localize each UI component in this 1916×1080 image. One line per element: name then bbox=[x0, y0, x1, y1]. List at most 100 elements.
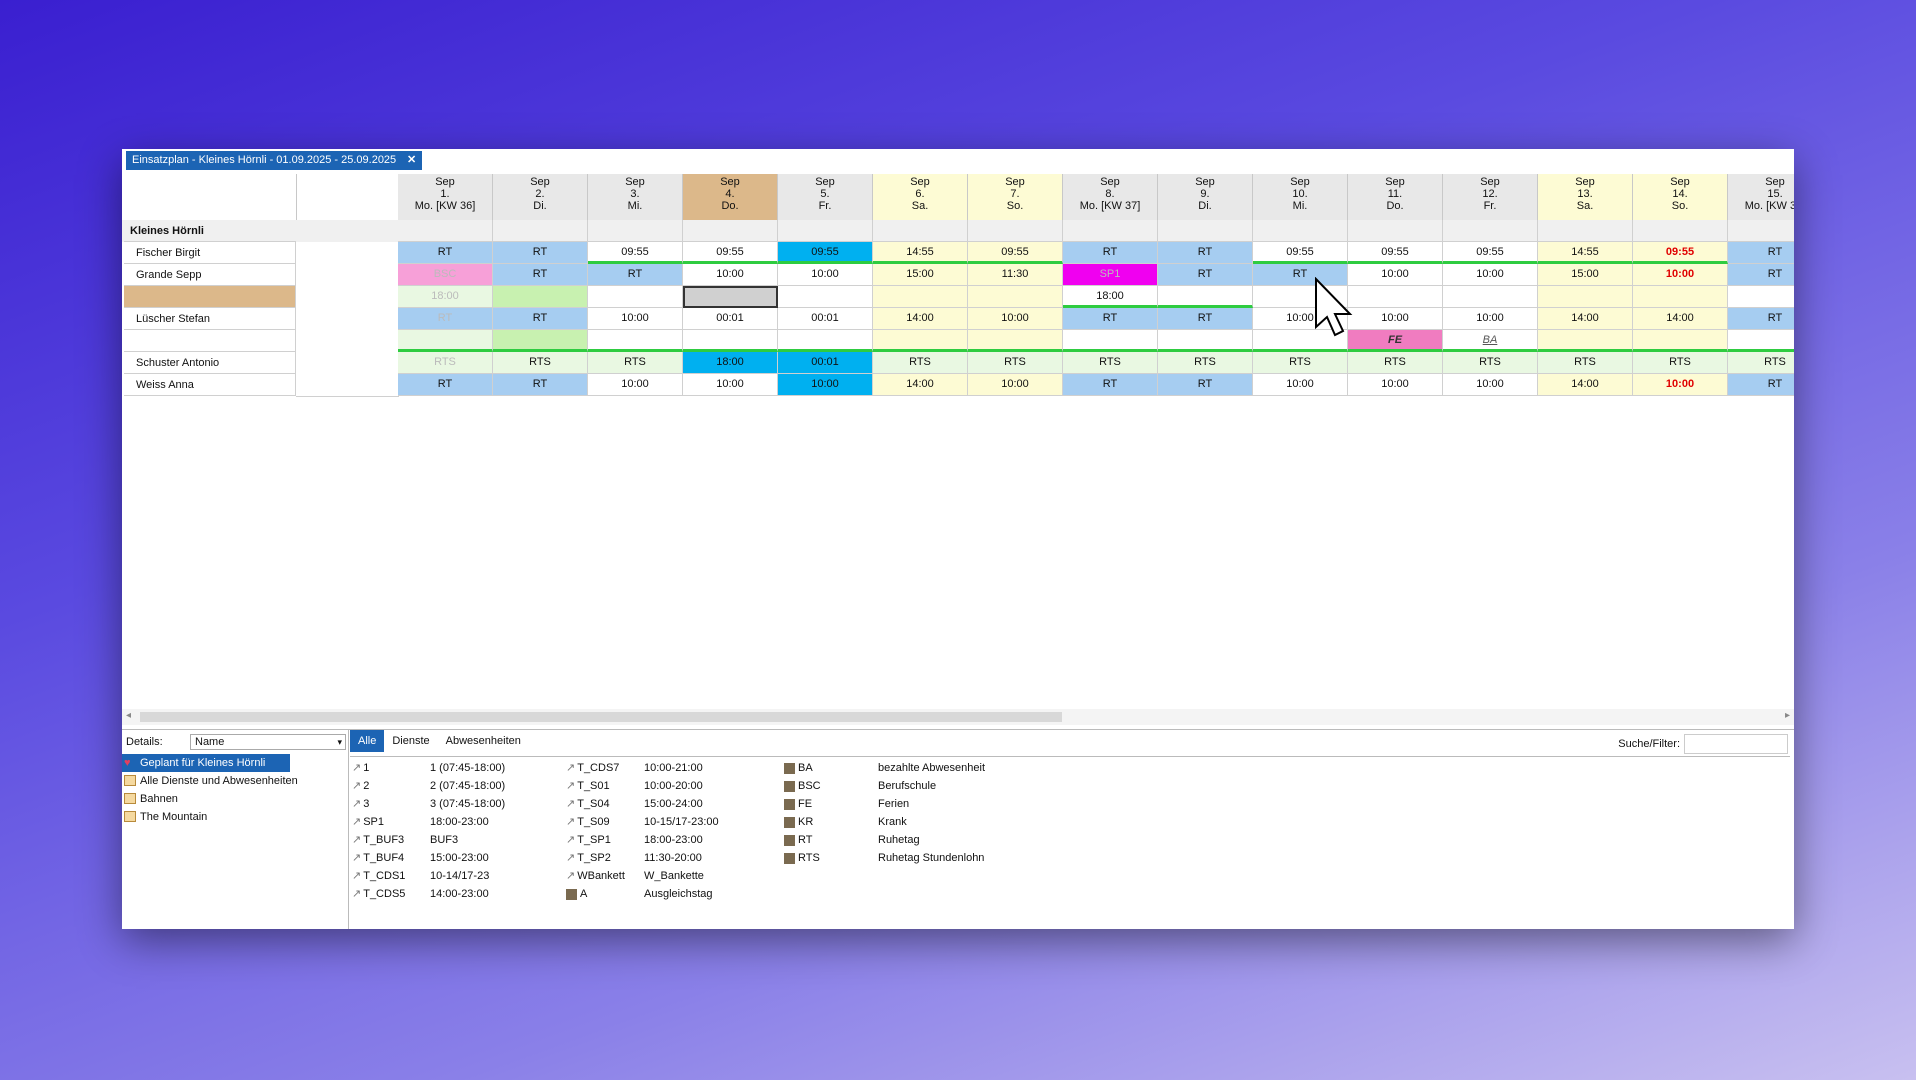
shift-cell[interactable]: 10:00 bbox=[968, 308, 1063, 330]
shift-cell[interactable]: 10:00 bbox=[683, 264, 778, 286]
shift-cell[interactable]: RT bbox=[1063, 242, 1158, 264]
shift-cell[interactable]: RT bbox=[588, 264, 683, 286]
absence-item[interactable]: FE bbox=[784, 795, 812, 813]
details-select[interactable]: Name ▾ bbox=[190, 734, 346, 750]
shift-cell[interactable] bbox=[398, 330, 493, 352]
shift-cell[interactable]: RT bbox=[398, 308, 493, 330]
shift-cell[interactable] bbox=[1538, 330, 1633, 352]
service-item[interactable]: ↗ 3 bbox=[352, 795, 369, 813]
shift-cell[interactable]: 15:00 bbox=[873, 264, 968, 286]
tree-item-geplant[interactable]: ♥ Geplant für Kleines Hörnli bbox=[122, 754, 290, 772]
day-header[interactable]: Sep15.Mo. [KW 38] bbox=[1728, 174, 1794, 220]
service-item[interactable]: ↗ T_CDS1 bbox=[352, 867, 405, 885]
absence-item[interactable]: RT bbox=[784, 831, 812, 849]
tab-dienste[interactable]: Dienste bbox=[384, 730, 437, 752]
shift-cell[interactable]: RTS bbox=[493, 352, 588, 374]
shift-cell[interactable]: 09:55 bbox=[1253, 242, 1348, 264]
tab-alle[interactable]: Alle bbox=[350, 730, 385, 752]
day-header[interactable]: Sep 12. Fr. bbox=[1443, 174, 1538, 220]
employee-name[interactable]: Weiss Anna bbox=[124, 374, 296, 396]
shift-cell[interactable]: 18:00 bbox=[1063, 286, 1158, 308]
shift-cell[interactable]: 10:00 bbox=[968, 374, 1063, 396]
shift-cell[interactable] bbox=[1158, 286, 1253, 308]
shift-cell[interactable]: RT bbox=[493, 374, 588, 396]
shift-cell[interactable]: 00:01 bbox=[683, 308, 778, 330]
day-header[interactable]: Sep 13. Sa. bbox=[1538, 174, 1633, 220]
horizontal-scrollbar[interactable]: ◂ ▸ bbox=[122, 709, 1794, 725]
employee-name[interactable]: Grande Sepp bbox=[124, 264, 296, 286]
shift-cell[interactable] bbox=[873, 330, 968, 352]
shift-cell[interactable]: 15:00 bbox=[1538, 264, 1633, 286]
employee-name[interactable]: Fischer Birgit bbox=[124, 242, 296, 264]
scroll-left-icon[interactable]: ◂ bbox=[126, 710, 131, 721]
employee-name[interactable] bbox=[124, 330, 296, 352]
shift-cell[interactable] bbox=[1728, 330, 1794, 352]
shift-cell[interactable]: 10:00 bbox=[588, 374, 683, 396]
shift-cell[interactable]: 09:55 bbox=[1443, 242, 1538, 264]
shift-cell[interactable]: BA bbox=[1443, 330, 1538, 352]
shift-cell[interactable]: 09:55 bbox=[1348, 242, 1443, 264]
service-item[interactable]: ↗ T_S04 bbox=[566, 795, 610, 813]
service-item[interactable]: ↗ T_SP2 bbox=[566, 849, 611, 867]
employee-name[interactable]: Schuster Antonio bbox=[124, 352, 296, 374]
shift-cell[interactable]: 14:00 bbox=[1633, 308, 1728, 330]
shift-cell[interactable]: 00:01 bbox=[778, 352, 873, 374]
shift-cell[interactable] bbox=[1633, 330, 1728, 352]
shift-cell[interactable]: 11:30 bbox=[968, 264, 1063, 286]
service-item[interactable]: ↗ 1 bbox=[352, 759, 369, 777]
shift-cell[interactable]: RT bbox=[1728, 308, 1794, 330]
shift-cell[interactable] bbox=[873, 286, 968, 308]
shift-cell[interactable]: RTS bbox=[1728, 352, 1794, 374]
shift-cell[interactable]: RT bbox=[493, 242, 588, 264]
shift-cell[interactable]: 09:55 bbox=[683, 242, 778, 264]
shift-cell[interactable]: RTS bbox=[873, 352, 968, 374]
service-item[interactable]: ↗ WBankett bbox=[566, 867, 625, 885]
shift-cell[interactable]: RTS bbox=[1253, 352, 1348, 374]
shift-cell[interactable]: RT bbox=[1063, 374, 1158, 396]
day-header[interactable]: Sep 14. So. bbox=[1633, 174, 1728, 220]
shift-cell[interactable]: RT bbox=[1063, 308, 1158, 330]
shift-cell[interactable] bbox=[778, 286, 873, 308]
shift-cell[interactable]: 09:55 bbox=[778, 242, 873, 264]
shift-cell[interactable]: 09:55 bbox=[588, 242, 683, 264]
shift-cell[interactable]: RTS bbox=[398, 352, 493, 374]
shift-cell[interactable]: 14:55 bbox=[873, 242, 968, 264]
shift-cell[interactable]: RT bbox=[493, 264, 588, 286]
service-item[interactable]: ↗ T_SP1 bbox=[566, 831, 611, 849]
shift-cell[interactable]: RTS bbox=[1348, 352, 1443, 374]
service-item[interactable]: ↗ T_S09 bbox=[566, 813, 610, 831]
shift-cell[interactable]: RTS bbox=[1538, 352, 1633, 374]
shift-cell[interactable]: 10:00 bbox=[778, 374, 873, 396]
employee-name[interactable] bbox=[124, 286, 296, 308]
shift-cell[interactable] bbox=[778, 330, 873, 352]
service-item[interactable]: ↗ 2 bbox=[352, 777, 369, 795]
employee-name[interactable]: Lüscher Stefan bbox=[124, 308, 296, 330]
shift-cell[interactable]: RT bbox=[1158, 264, 1253, 286]
shift-cell[interactable] bbox=[493, 286, 588, 308]
shift-cell[interactable]: 14:00 bbox=[1538, 374, 1633, 396]
day-header[interactable]: Sep 9. Di. bbox=[1158, 174, 1253, 220]
shift-cell[interactable] bbox=[493, 330, 588, 352]
shift-cell[interactable]: BSC bbox=[398, 264, 493, 286]
shift-cell[interactable]: 14:00 bbox=[873, 374, 968, 396]
service-item[interactable]: ↗ T_CDS5 bbox=[352, 885, 405, 903]
shift-cell[interactable]: RTS bbox=[588, 352, 683, 374]
shift-cell[interactable]: 10:00 bbox=[1443, 308, 1538, 330]
tab-abwesenheiten[interactable]: Abwesenheiten bbox=[438, 730, 529, 752]
absence-item[interactable]: BSC bbox=[784, 777, 821, 795]
shift-cell[interactable]: 10:00 bbox=[1253, 374, 1348, 396]
tree-item-the-mountain[interactable]: The Mountain bbox=[122, 808, 348, 826]
shift-cell[interactable] bbox=[1538, 286, 1633, 308]
tree-item-alle-dienste[interactable]: Alle Dienste und Abwesenheiten bbox=[122, 772, 348, 790]
shift-cell[interactable]: 18:00 bbox=[683, 352, 778, 374]
shift-cell[interactable]: RT bbox=[1728, 264, 1794, 286]
shift-cell[interactable]: RT bbox=[1728, 242, 1794, 264]
shift-cell[interactable]: 10:00 bbox=[1348, 374, 1443, 396]
shift-cell[interactable]: SP1 bbox=[1063, 264, 1158, 286]
shift-cell[interactable]: 10:00 bbox=[588, 308, 683, 330]
shift-cell[interactable]: RTS bbox=[1063, 352, 1158, 374]
service-item[interactable]: ↗ T_BUF3 bbox=[352, 831, 404, 849]
shift-cell[interactable]: 14:00 bbox=[1538, 308, 1633, 330]
shift-cell[interactable]: 10:00 bbox=[1443, 374, 1538, 396]
document-tab[interactable]: Einsatzplan - Kleines Hörnli - 01.09.202… bbox=[126, 151, 423, 170]
